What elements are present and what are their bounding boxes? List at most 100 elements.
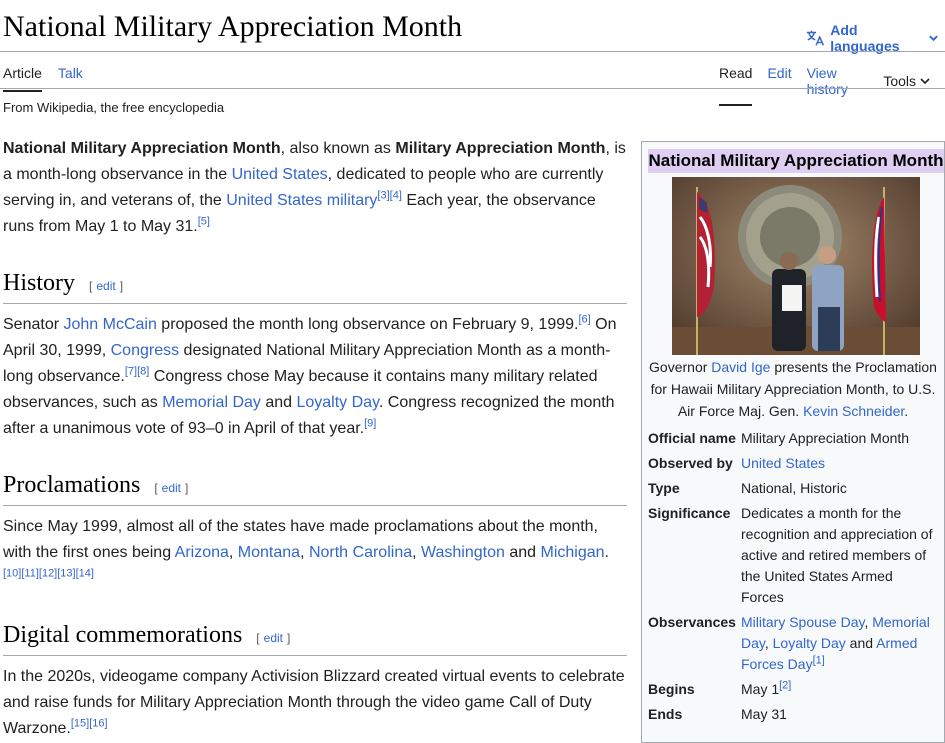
link-montana[interactable]: Montana xyxy=(238,544,300,561)
link-arizona[interactable]: Arizona xyxy=(175,544,229,561)
reference-link[interactable]: [4] xyxy=(390,190,402,202)
infobox-value: Dedicates a month for the recognition an… xyxy=(741,505,933,605)
section-heading-digital: Digital commemorations [edit] xyxy=(3,620,627,656)
link-north-carolina[interactable]: North Carolina xyxy=(309,544,412,561)
infobox-title: National Military Appreciation Month xyxy=(648,149,944,173)
link-united-states-military[interactable]: United States military xyxy=(226,192,377,209)
text: Governor xyxy=(649,359,712,375)
link-david-ige[interactable]: David Ige xyxy=(711,359,770,375)
text: . xyxy=(604,544,609,561)
infobox-row-official-name: Official name Military Appreciation Mont… xyxy=(642,428,944,449)
edit-section: [ edit] xyxy=(256,625,290,651)
reference-link[interactable]: [5] xyxy=(198,216,210,228)
infobox-label: Official name xyxy=(648,430,736,446)
infobox-value: National, Historic xyxy=(741,480,847,496)
reference-link[interactable]: [2] xyxy=(779,679,791,691)
infobox-label: Observances xyxy=(648,614,736,630)
infobox-row-observed-by: Observed by United States xyxy=(642,453,944,474)
text: and xyxy=(504,544,541,561)
bold-term: National Military Appreciation Month xyxy=(3,140,281,157)
edit-section: [edit] xyxy=(154,475,188,501)
infobox-label: Significance xyxy=(648,505,731,521)
link-loyalty-day[interactable]: Loyalty Day xyxy=(773,635,846,651)
tools-menu[interactable]: Tools xyxy=(883,60,930,106)
link-kevin-schneider[interactable]: Kevin Schneider xyxy=(803,403,904,419)
intro-paragraph: National Military Appreciation Month, al… xyxy=(3,136,627,240)
infobox-photo[interactable] xyxy=(672,177,920,355)
reference-link[interactable]: [6] xyxy=(578,314,590,326)
link-washington[interactable]: Washington xyxy=(421,544,505,561)
chevron-down-icon xyxy=(920,78,930,85)
infobox-row-begins: Begins May 1[2] xyxy=(642,679,944,700)
tabs-divider xyxy=(0,88,945,89)
tab-read[interactable]: Read xyxy=(719,60,753,106)
link-john-mccain[interactable]: John McCain xyxy=(63,316,156,333)
infobox-caption: Governor David Ige presents the Proclama… xyxy=(642,356,944,422)
reference-link[interactable]: [14] xyxy=(76,568,94,580)
translate-icon xyxy=(806,30,825,46)
infobox: National Military Appreciation Month Gov… xyxy=(641,141,945,743)
infobox-label: Observed by xyxy=(648,455,733,471)
reference-link[interactable]: [11] xyxy=(21,568,39,580)
link-michigan[interactable]: Michigan xyxy=(541,544,605,561)
reference-link[interactable]: [1] xyxy=(813,654,825,666)
text: Senator xyxy=(3,316,64,333)
heading-text: Proclamations xyxy=(3,472,141,498)
edit-section: [edit] xyxy=(89,273,123,299)
link-observed-by-united-states[interactable]: United States xyxy=(741,455,825,471)
bracket: ] xyxy=(119,279,124,293)
proclamation-photo xyxy=(672,177,920,355)
reference-link[interactable]: [15] xyxy=(71,718,89,730)
infobox-label: Ends xyxy=(648,706,683,722)
text: May 1 xyxy=(741,681,780,697)
edit-section-link[interactable]: edit xyxy=(96,279,115,293)
infobox-value: May 1[2] xyxy=(741,679,938,700)
link-united-states[interactable]: United States xyxy=(232,166,328,183)
infobox-label: Begins xyxy=(648,681,695,697)
bracket: [ xyxy=(154,481,158,495)
text: , also known as xyxy=(280,140,396,157)
edit-section-link[interactable]: edit xyxy=(162,481,181,495)
reference-link[interactable]: [7] xyxy=(125,366,137,378)
reference-link[interactable]: [9] xyxy=(364,418,376,430)
add-languages-button[interactable]: Add languages xyxy=(806,22,945,54)
link-military-spouse-day[interactable]: Military Spouse Day xyxy=(741,614,864,630)
tab-view-history[interactable]: View history xyxy=(807,60,869,106)
bracket: ] xyxy=(287,631,291,645)
proclamations-paragraph: Since May 1999, almost all of the states… xyxy=(3,514,627,592)
infobox-value: May 31 xyxy=(741,706,787,722)
infobox-value-observances: Military Spouse Day, Memorial Day, Loyal… xyxy=(741,612,938,675)
link-memorial-day[interactable]: Memorial Day xyxy=(162,394,261,411)
article-body: National Military Appreciation Month, al… xyxy=(3,136,627,742)
site-tagline: From Wikipedia, the free encyclopedia xyxy=(3,100,225,115)
section-heading-proclamations: Proclamations [edit] xyxy=(3,470,627,506)
view-tabs: Read Edit View history Tools xyxy=(719,60,945,106)
bold-term: Military Appreciation Month xyxy=(395,140,606,157)
page-title: National Military Appreciation Month xyxy=(3,10,463,43)
edit-section-link[interactable]: edit xyxy=(264,631,283,645)
reference-link[interactable]: [12] xyxy=(39,568,57,580)
text: and xyxy=(260,394,297,411)
infobox-row-ends: Ends May 31 xyxy=(642,704,944,725)
reference-link[interactable]: [16] xyxy=(89,718,107,730)
infobox-label: Type xyxy=(648,480,680,496)
add-languages-label: Add languages xyxy=(830,22,900,54)
text: and xyxy=(845,635,877,651)
reference-link[interactable]: [13] xyxy=(57,568,75,580)
chevron-down-icon xyxy=(929,35,938,42)
text: . xyxy=(904,403,909,419)
reference-link[interactable]: [10] xyxy=(3,568,21,580)
heading-text: History xyxy=(3,270,75,296)
link-congress[interactable]: Congress xyxy=(111,342,179,359)
reference-link[interactable]: [3] xyxy=(377,190,389,202)
tab-edit[interactable]: Edit xyxy=(767,60,791,106)
text: , xyxy=(412,544,421,561)
bracket: [ xyxy=(89,279,93,293)
title-divider xyxy=(0,51,945,52)
bracket: [ xyxy=(256,631,260,645)
link-loyalty-day[interactable]: Loyalty Day xyxy=(296,394,378,411)
tools-label: Tools xyxy=(883,73,916,89)
reference-link[interactable]: [8] xyxy=(137,366,149,378)
text: , xyxy=(228,544,238,561)
text: , xyxy=(764,635,773,651)
